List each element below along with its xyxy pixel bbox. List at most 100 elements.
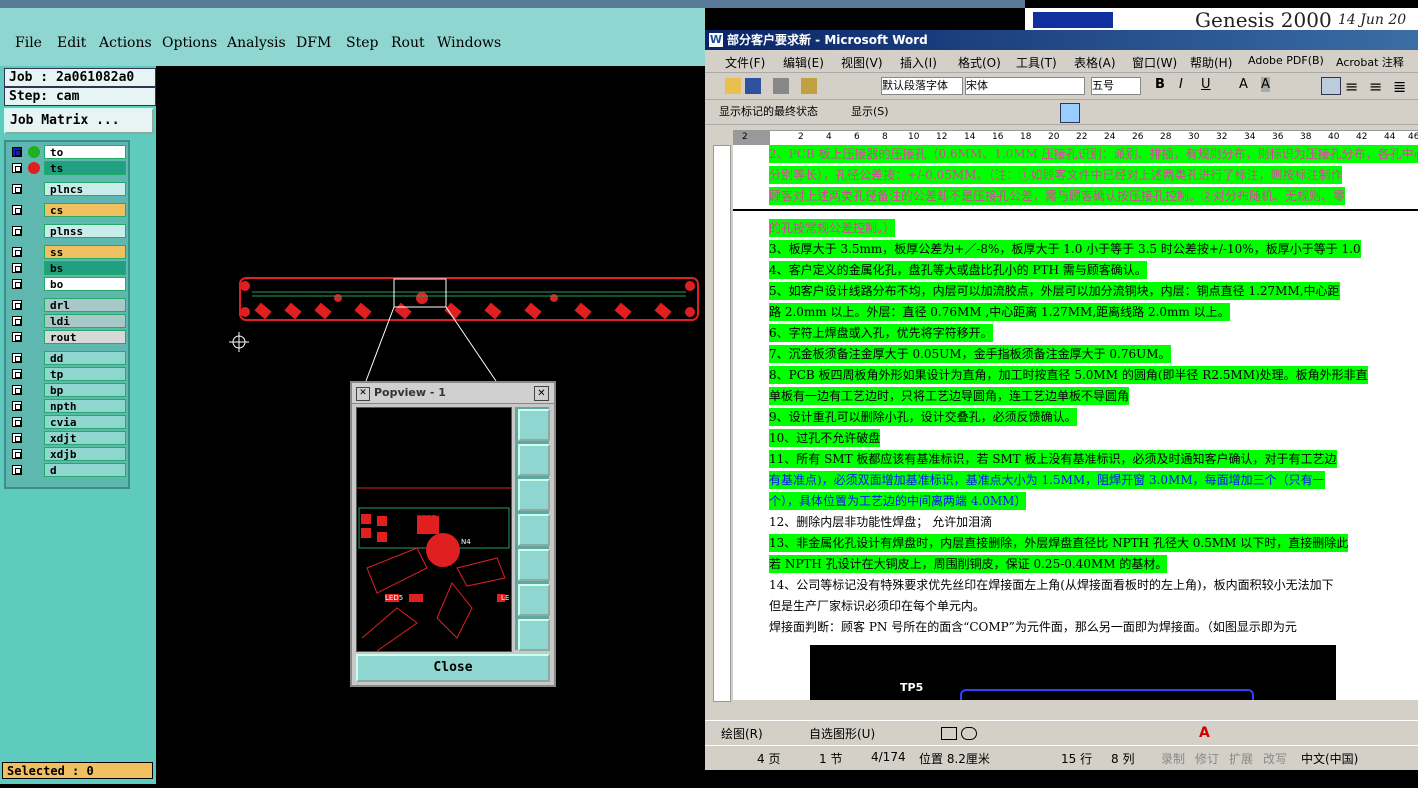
layer-checkbox[interactable] [12, 247, 22, 257]
align-right-icon[interactable]: ≡ [1369, 77, 1387, 96]
layer-name[interactable]: d [44, 463, 126, 477]
layer-row[interactable]: ts [8, 161, 126, 175]
layer-row[interactable]: plnss [8, 224, 126, 238]
menu-options[interactable]: Options [162, 35, 217, 51]
layer-checkbox[interactable] [12, 332, 22, 342]
layer-checkbox[interactable] [12, 369, 22, 379]
layer-row[interactable]: plncs [8, 182, 126, 196]
open-icon[interactable] [725, 78, 741, 94]
print-icon[interactable] [773, 78, 789, 94]
word-menu-help[interactable]: 帮助(H) [1190, 54, 1232, 71]
layer-checkbox[interactable] [12, 279, 22, 289]
layer-name[interactable]: ts [44, 161, 126, 175]
popview-canvas[interactable]: ~~~~ LED5 LE N4 [356, 407, 512, 652]
word-menu-adobe-pdf[interactable]: Adobe PDF(B) [1248, 54, 1324, 67]
layer-checkbox[interactable] [12, 465, 22, 475]
layer-name[interactable]: npth [44, 399, 126, 413]
layer-checkbox[interactable] [12, 417, 22, 427]
font-color-icon[interactable]: A [1199, 725, 1210, 741]
vertical-ruler[interactable] [713, 145, 731, 702]
layer-name[interactable]: drl [44, 298, 126, 312]
menu-actions[interactable]: Actions [99, 35, 152, 51]
layer-checkbox[interactable] [12, 449, 22, 459]
menu-step[interactable]: Step [346, 35, 378, 51]
layer-row[interactable]: cs [8, 203, 126, 217]
underline-icon[interactable]: U [1201, 77, 1211, 92]
font-select[interactable]: 宋体 [965, 77, 1085, 95]
layer-checkbox[interactable] [12, 433, 22, 443]
layer-row[interactable]: d [8, 463, 126, 477]
zoom-out-icon[interactable] [518, 619, 550, 651]
format-painter-icon[interactable] [801, 78, 817, 94]
horizontal-ruler[interactable]: 2 2 4 6 8 10 12 14 16 18 20 22 24 26 28 … [733, 130, 1418, 146]
layer-name[interactable]: rout [44, 330, 126, 344]
layer-checkbox[interactable] [12, 163, 22, 173]
char-border-icon[interactable]: A [1239, 77, 1248, 92]
popview-menu-icon[interactable]: ✕ [356, 387, 370, 401]
layer-checkbox[interactable] [12, 226, 22, 236]
layer-checkbox[interactable] [12, 300, 22, 310]
word-menu-view[interactable]: 视图(V) [841, 54, 883, 71]
layer-name[interactable]: bo [44, 277, 126, 291]
pan-down-icon[interactable] [518, 479, 550, 511]
layer-name[interactable]: plncs [44, 182, 126, 196]
save-icon[interactable] [745, 78, 761, 94]
word-titlebar[interactable]: W 部分客户要求新 - Microsoft Word [705, 30, 1418, 50]
popview-close-button[interactable]: Close [356, 654, 550, 682]
oval-icon[interactable] [961, 727, 977, 740]
job-matrix-button[interactable]: Job Matrix ... [4, 108, 154, 134]
review-select[interactable]: 显示标记的最终状态 [719, 104, 847, 120]
close-icon[interactable]: ✕ [534, 386, 549, 401]
draw-menu[interactable]: 绘图(R) [721, 725, 763, 742]
word-menu-format[interactable]: 格式(O) [958, 54, 1001, 71]
layer-checkbox[interactable] [12, 385, 22, 395]
status-rec[interactable]: 录制 [1161, 750, 1185, 767]
char-shading-icon[interactable]: A [1261, 77, 1270, 92]
pan-left-icon[interactable] [518, 514, 550, 546]
layer-checkbox[interactable] [12, 401, 22, 411]
show-button[interactable]: 显示(S) [851, 104, 889, 120]
layer-checkbox[interactable] [12, 316, 22, 326]
word-menu-acrobat[interactable]: Acrobat 注释 [1336, 54, 1404, 70]
layer-name[interactable]: ldi [44, 314, 126, 328]
rectangle-icon[interactable] [941, 727, 957, 740]
menu-edit[interactable]: Edit [57, 35, 86, 51]
layer-name[interactable]: xdjb [44, 447, 126, 461]
menu-rout[interactable]: Rout [391, 35, 425, 51]
layer-row[interactable]: cvia [8, 415, 126, 429]
menu-file[interactable]: File [15, 35, 42, 51]
layer-checkbox[interactable] [12, 147, 22, 157]
size-select[interactable]: 五号 [1091, 77, 1141, 95]
menu-windows[interactable]: Windows [437, 35, 501, 51]
layer-row[interactable]: bo [8, 277, 126, 291]
word-menu-table[interactable]: 表格(A) [1074, 54, 1116, 71]
popview-titlebar[interactable]: ✕ Popview - 1 ✕ [352, 383, 554, 404]
layer-row[interactable]: xdjt [8, 431, 126, 445]
layer-name[interactable]: ss [44, 245, 126, 259]
layer-row[interactable]: bs [8, 261, 126, 275]
layer-row[interactable]: ss [8, 245, 126, 259]
layer-row[interactable]: tp [8, 367, 126, 381]
layer-row[interactable]: bp [8, 383, 126, 397]
zoom-in-icon[interactable] [518, 584, 550, 616]
layer-checkbox[interactable] [12, 353, 22, 363]
layer-row[interactable]: ldi [8, 314, 126, 328]
status-rev[interactable]: 修订 [1195, 750, 1219, 767]
layer-name[interactable]: plnss [44, 224, 126, 238]
autoshape-menu[interactable]: 自选图形(U) [809, 725, 875, 742]
word-menu-file[interactable]: 文件(F) [725, 54, 765, 71]
layer-name[interactable]: cvia [44, 415, 126, 429]
layer-row[interactable]: drl [8, 298, 126, 312]
layer-checkbox[interactable] [12, 205, 22, 215]
popview-window[interactable]: ✕ Popview - 1 ✕ ~~~~ LED5 LE N4 Close [350, 381, 556, 687]
style-select[interactable]: 默认段落字体 [881, 77, 963, 95]
popview-zoom-icon[interactable] [518, 409, 550, 441]
word-menu-window[interactable]: 窗口(W) [1132, 54, 1177, 71]
layer-row[interactable]: xdjb [8, 447, 126, 461]
italic-icon[interactable]: I [1179, 77, 1183, 92]
layer-name[interactable]: bs [44, 261, 126, 275]
layer-name[interactable]: dd [44, 351, 126, 365]
status-ext[interactable]: 扩展 [1229, 750, 1253, 767]
pan-up-icon[interactable] [518, 444, 550, 476]
document-page[interactable]: 2、PCB 板上压接器的压接孔（0.6MM、1.0MM 压接孔识别：派别、排插，… [733, 145, 1418, 700]
